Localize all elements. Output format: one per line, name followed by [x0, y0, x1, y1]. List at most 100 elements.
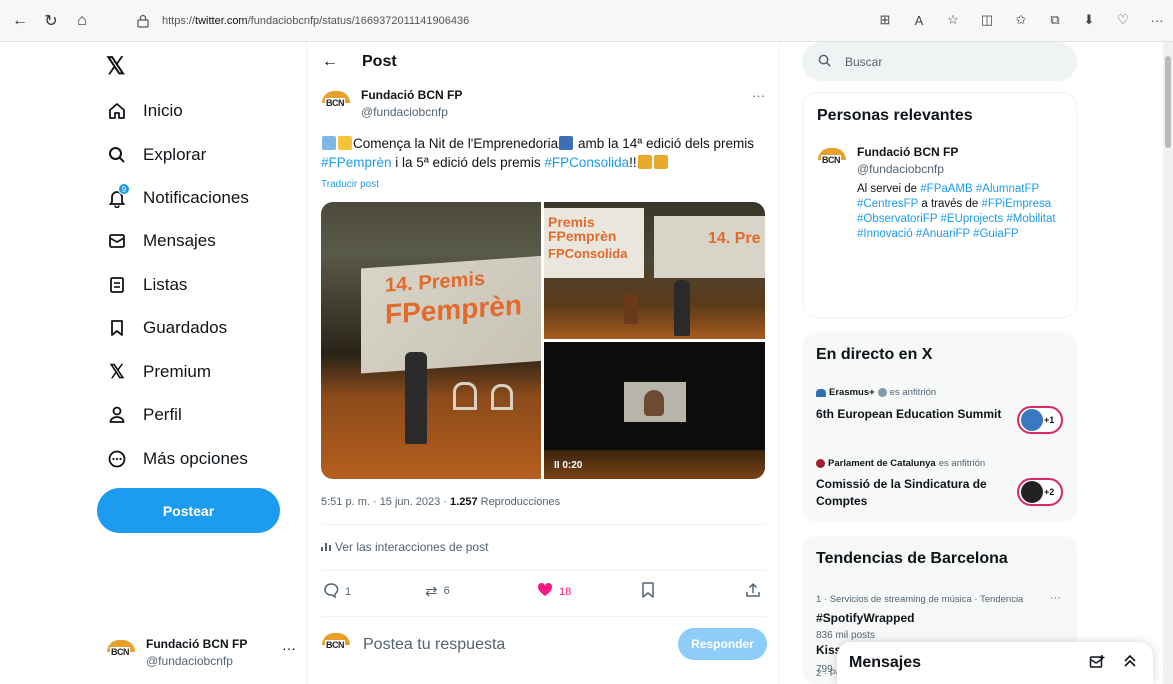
video-screen [624, 382, 686, 422]
address-bar[interactable]: https://twitter.com/fundaciobcnfp/status… [118, 9, 863, 33]
browser-icons: ⊞ A ☆ ◫ ✩ ⧉ ⬇ ♡ ··· [875, 10, 1167, 30]
media-video[interactable]: II 0:20 [544, 342, 765, 479]
sidebar-item-perfil[interactable]: Perfil [106, 400, 182, 430]
night-city-emoji-icon [559, 136, 574, 150]
speaker-figure [405, 352, 427, 444]
apps-icon[interactable]: ⊞ [875, 10, 895, 30]
trend-name[interactable]: #SpotifyWrapped [816, 611, 914, 625]
back-arrow-icon[interactable]: ← [322, 53, 338, 71]
favorites-icon[interactable]: ✩ [1011, 10, 1031, 30]
post-more-icon[interactable]: ··· [752, 88, 765, 103]
page-title: Post [362, 53, 397, 70]
more-circle-icon [106, 448, 128, 470]
hashtag-link[interactable]: #FPemprèn [321, 155, 392, 170]
x-logo[interactable]: 𝕏 [106, 52, 125, 81]
translate-link[interactable]: Traducir post [321, 179, 379, 190]
reply-input[interactable]: Postea tu respuesta [363, 636, 505, 654]
divider [321, 524, 767, 525]
search-icon [818, 54, 831, 70]
sidebar-item-inicio[interactable]: Inicio [106, 96, 183, 126]
extension-icon[interactable]: ⬇ [1079, 10, 1099, 30]
person-item[interactable]: BCN Fundació BCN FP @fundaciobcnfp Al se… [817, 145, 1067, 242]
url-prefix: https:// [162, 15, 196, 27]
author-name[interactable]: Fundació BCN FP [361, 88, 462, 102]
browser-menu-icon[interactable]: ··· [1147, 10, 1167, 30]
sidebar-item-label: Inicio [143, 101, 183, 120]
split-screen-icon[interactable]: ◫ [977, 10, 997, 30]
sidebar-item-listas[interactable]: Listas [106, 270, 187, 300]
live-listeners-pill[interactable]: +2 [1017, 478, 1063, 506]
bookmark-action[interactable] [641, 582, 661, 602]
sidebar-item-mas-opciones[interactable]: Más opciones [106, 444, 248, 474]
favorite-star-icon[interactable]: ☆ [943, 10, 963, 30]
repost-icon: ⇄ [425, 583, 438, 600]
verified-badge-icon [877, 388, 887, 397]
like-action[interactable]: 18 [537, 582, 571, 602]
search-placeholder: Buscar [845, 54, 883, 69]
person-bio: Al servei de #FPaAMB #AlumnatFP #Centres… [857, 183, 1056, 240]
reply-action[interactable]: 1 [323, 582, 351, 602]
account-switcher[interactable]: BCN Fundació BCN FP @fundaciobcnfp ··· [106, 632, 296, 672]
media-photo[interactable]: Premis FPemprèn FPConsolida 14. Pre [544, 202, 765, 339]
live-listeners-pill[interactable]: +1 [1017, 406, 1063, 434]
reply-count: 1 [345, 586, 352, 598]
stage-screen: 14. Pre [654, 216, 765, 278]
divider [321, 570, 767, 571]
chevron-up-icon[interactable] [1123, 654, 1137, 672]
person-icon [106, 404, 128, 426]
trend-meta: 1 · Servicios de streaming de música · T… [816, 594, 1024, 605]
bell-icon: 9 [106, 183, 130, 209]
reply-icon [323, 582, 339, 602]
reply-composer: BCN Postea tu respuesta Responder [321, 628, 767, 662]
new-message-icon[interactable] [1089, 654, 1105, 674]
trophy-emoji-icon [637, 155, 652, 169]
notification-badge: 9 [118, 183, 130, 195]
reload-icon[interactable]: ↻ [40, 10, 62, 32]
browser-essentials-icon[interactable]: ♡ [1113, 10, 1133, 30]
sidebar-item-mensajes[interactable]: Mensajes [106, 226, 216, 256]
scrollbar[interactable] [1163, 42, 1173, 684]
read-aloud-icon[interactable]: A [909, 10, 929, 30]
avatar[interactable]: BCN [817, 145, 847, 175]
back-arrow-icon[interactable]: ← [9, 10, 31, 32]
post-author[interactable]: BCN Fundació BCN FP @fundaciobcnfp [321, 88, 462, 119]
post-button[interactable]: Postear [97, 488, 280, 533]
scrollbar-thumb[interactable] [1165, 56, 1171, 148]
hashtag-link[interactable]: #FPConsolida [544, 155, 629, 170]
search-input[interactable]: Buscar [802, 42, 1077, 81]
person-name[interactable]: Fundació BCN FP [857, 145, 1067, 159]
home-browser-icon[interactable]: ⌂ [71, 10, 93, 32]
share-action[interactable] [745, 582, 767, 602]
live-event-title[interactable]: 6th European Education Summit [816, 406, 1006, 423]
messages-drawer[interactable]: Mensajes [837, 642, 1153, 684]
more-icon[interactable]: ··· [282, 640, 296, 656]
trophy-emoji-icon [653, 155, 668, 169]
podium-shape [624, 294, 638, 324]
avatar[interactable]: BCN [321, 88, 351, 118]
sidebar-item-guardados[interactable]: Guardados [106, 313, 227, 343]
post-timestamp: 5:51 p. m. · 15 jun. 2023 · 1.257 Reprod… [321, 496, 561, 508]
author-handle[interactable]: @fundaciobcnfp [361, 105, 462, 119]
sidebar-item-explorar[interactable]: Explorar [106, 140, 206, 170]
repost-action[interactable]: ⇄ 6 [425, 582, 450, 600]
person-handle[interactable]: @fundaciobcnfp [857, 162, 1067, 176]
video-duration[interactable]: II 0:20 [554, 460, 582, 471]
parlament-avatar-icon [1021, 481, 1043, 503]
sidebar-item-premium[interactable]: 𝕏 Premium [106, 357, 211, 387]
sidebar-item-notificaciones[interactable]: 9 Notificaciones [106, 183, 249, 213]
media-photo[interactable]: 14. Premis FPemprèn [321, 202, 541, 479]
post-media-grid[interactable]: 14. Premis FPemprèn Premis FPemprèn FPCo… [321, 202, 765, 479]
account-name: Fundació BCN FP [146, 636, 248, 651]
sidebar-item-label: Mensajes [143, 231, 216, 250]
analytics-icon [321, 540, 331, 554]
heart-icon [537, 582, 553, 602]
mail-icon [106, 230, 128, 252]
live-event-title[interactable]: Comissió de la Sindicatura de Comptes [816, 476, 1006, 510]
page-header: ← Post [307, 42, 781, 82]
browser-toolbar: ← ↻ ⌂ https://twitter.com/fundaciobcnfp/… [0, 0, 1173, 42]
collections-icon[interactable]: ⧉ [1045, 10, 1065, 30]
account-handle: @fundaciobcnfp [146, 653, 233, 668]
trend-more-icon[interactable]: ··· [1050, 592, 1061, 604]
reply-button[interactable]: Responder [678, 628, 767, 660]
view-interactions-link[interactable]: Ver las interacciones de post [321, 540, 488, 554]
